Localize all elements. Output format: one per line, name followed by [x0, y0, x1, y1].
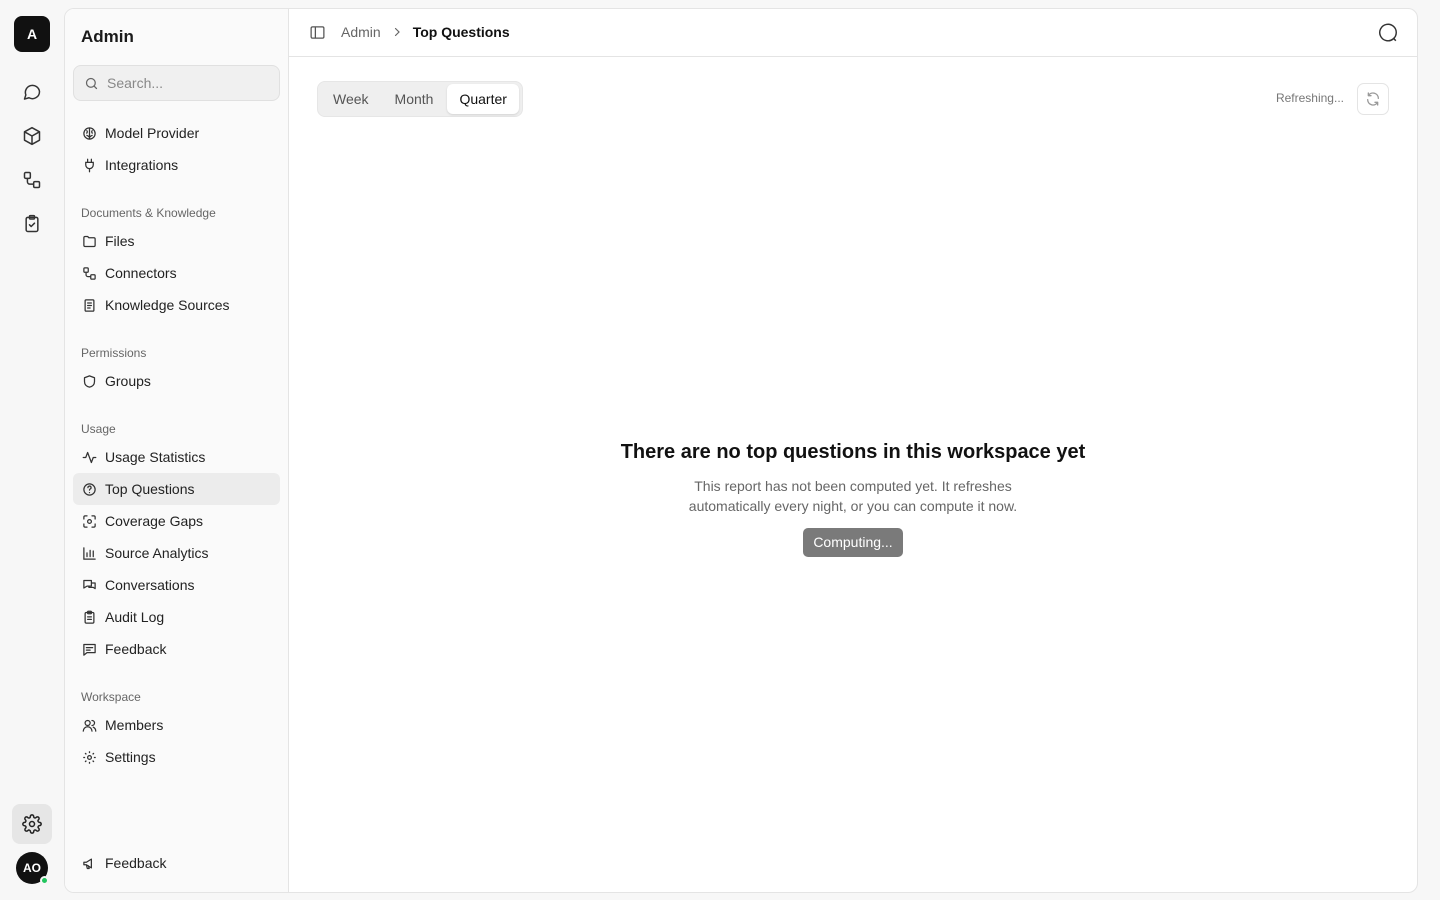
section-documents-knowledge: Documents & Knowledge — [81, 206, 216, 220]
app-rail: A AO — [0, 0, 64, 900]
gear-icon — [81, 749, 97, 765]
sidebar-item-label: Members — [105, 717, 164, 733]
sidebar-item-integrations[interactable]: Integrations — [73, 149, 280, 181]
messages-icon — [81, 577, 97, 593]
search-icon — [84, 76, 99, 91]
sidebar-item-settings[interactable]: Settings — [73, 741, 280, 773]
sidebar-item-audit-log[interactable]: Audit Log — [73, 601, 280, 633]
avatar-initials: AO — [23, 861, 41, 875]
sidebar-item-label: Coverage Gaps — [105, 513, 204, 529]
period-selector: Week Month Quarter — [317, 81, 523, 117]
sidebar-item-label: Usage Statistics — [105, 449, 206, 465]
folder-icon — [81, 233, 97, 249]
chat-icon[interactable] — [1377, 22, 1399, 44]
sidebar-item-coverage-gaps[interactable]: Coverage Gaps — [73, 505, 280, 537]
breadcrumb-admin[interactable]: Admin — [341, 24, 381, 40]
book-icon — [81, 297, 97, 313]
chat-icon[interactable] — [18, 78, 46, 106]
top-bar: Admin Top Questions — [289, 9, 1417, 57]
clipboard-check-icon[interactable] — [18, 210, 46, 238]
connectors-icon — [81, 265, 97, 281]
brain-icon — [81, 125, 97, 141]
workspace-switcher[interactable]: A — [14, 16, 50, 52]
help-circle-icon — [81, 481, 97, 497]
bar-chart-icon — [81, 545, 97, 561]
message-text-icon — [81, 641, 97, 657]
breadcrumb: Admin Top Questions — [341, 24, 510, 40]
sidebar-item-label: Settings — [105, 749, 156, 765]
empty-state-description: This report has not been computed yet. I… — [688, 478, 1018, 514]
search-input[interactable] — [107, 75, 267, 91]
sidebar-toggle-icon[interactable] — [309, 24, 326, 41]
scan-icon — [81, 513, 97, 529]
sidebar-item-label: Source Analytics — [105, 545, 209, 561]
sidebar-title: Admin — [81, 27, 134, 46]
gear-icon — [22, 814, 42, 834]
sidebar-item-feedback[interactable]: Feedback — [73, 633, 280, 665]
section-usage: Usage — [81, 422, 116, 436]
admin-settings-button[interactable] — [12, 804, 52, 844]
sidebar-item-label: Conversations — [105, 577, 195, 593]
section-permissions: Permissions — [81, 346, 147, 360]
sidebar-item-usage-statistics[interactable]: Usage Statistics — [73, 441, 280, 473]
avatar[interactable]: AO — [16, 852, 49, 885]
refresh-icon — [1365, 91, 1381, 107]
sidebar-item-groups[interactable]: Groups — [73, 365, 280, 397]
sidebar-item-label: Model Provider — [105, 125, 200, 141]
sidebar-item-model-provider[interactable]: Model Provider — [73, 117, 280, 149]
clipboard-icon — [81, 609, 97, 625]
sidebar-item-label: Connectors — [105, 265, 177, 281]
connectors-icon[interactable] — [18, 166, 46, 194]
breadcrumb-current: Top Questions — [412, 24, 510, 40]
sidebar-item-files[interactable]: Files — [73, 225, 280, 257]
sidebar-item-source-analytics[interactable]: Source Analytics — [73, 537, 280, 569]
sidebar-item-label: Files — [105, 233, 135, 249]
tab-quarter[interactable]: Quarter — [447, 84, 519, 114]
refresh-status: Refreshing... — [1275, 91, 1344, 105]
tab-week[interactable]: Week — [321, 84, 381, 114]
sidebar-footer-feedback[interactable]: Feedback — [73, 847, 280, 879]
sidebar-item-members[interactable]: Members — [73, 709, 280, 741]
cube-icon[interactable] — [18, 122, 46, 150]
tab-month[interactable]: Month — [383, 84, 446, 114]
sidebar-item-connectors[interactable]: Connectors — [73, 257, 280, 289]
sidebar-item-label: Feedback — [105, 641, 167, 657]
section-workspace: Workspace — [81, 690, 141, 704]
sidebar-item-label: Audit Log — [105, 609, 165, 625]
shield-icon — [81, 373, 97, 389]
megaphone-icon — [81, 855, 97, 871]
sidebar-item-label: Feedback — [105, 855, 167, 871]
sidebar-item-label: Groups — [105, 373, 151, 389]
admin-panel: Admin Model Provider Integrations Docume… — [64, 8, 1418, 893]
sidebar-item-conversations[interactable]: Conversations — [73, 569, 280, 601]
chevron-right-icon — [391, 26, 403, 38]
sidebar-item-label: Knowledge Sources — [105, 297, 230, 313]
admin-sidebar: Admin Model Provider Integrations Docume… — [65, 9, 289, 892]
main-content: Admin Top Questions Week Month Quarter R… — [289, 9, 1417, 892]
refresh-button[interactable] — [1357, 83, 1389, 115]
empty-state-title: There are no top questions in this works… — [620, 441, 1086, 463]
sidebar-item-knowledge-sources[interactable]: Knowledge Sources — [73, 289, 280, 321]
plug-icon — [81, 157, 97, 173]
activity-icon — [81, 449, 97, 465]
empty-state: There are no top questions in this works… — [289, 441, 1417, 557]
sidebar-item-label: Integrations — [105, 157, 179, 173]
compute-button[interactable]: Computing... — [803, 528, 903, 557]
presence-dot — [40, 876, 49, 885]
sidebar-search[interactable] — [73, 65, 280, 101]
sidebar-item-label: Top Questions — [105, 481, 195, 497]
users-icon — [81, 717, 97, 733]
sidebar-item-top-questions[interactable]: Top Questions — [73, 473, 280, 505]
